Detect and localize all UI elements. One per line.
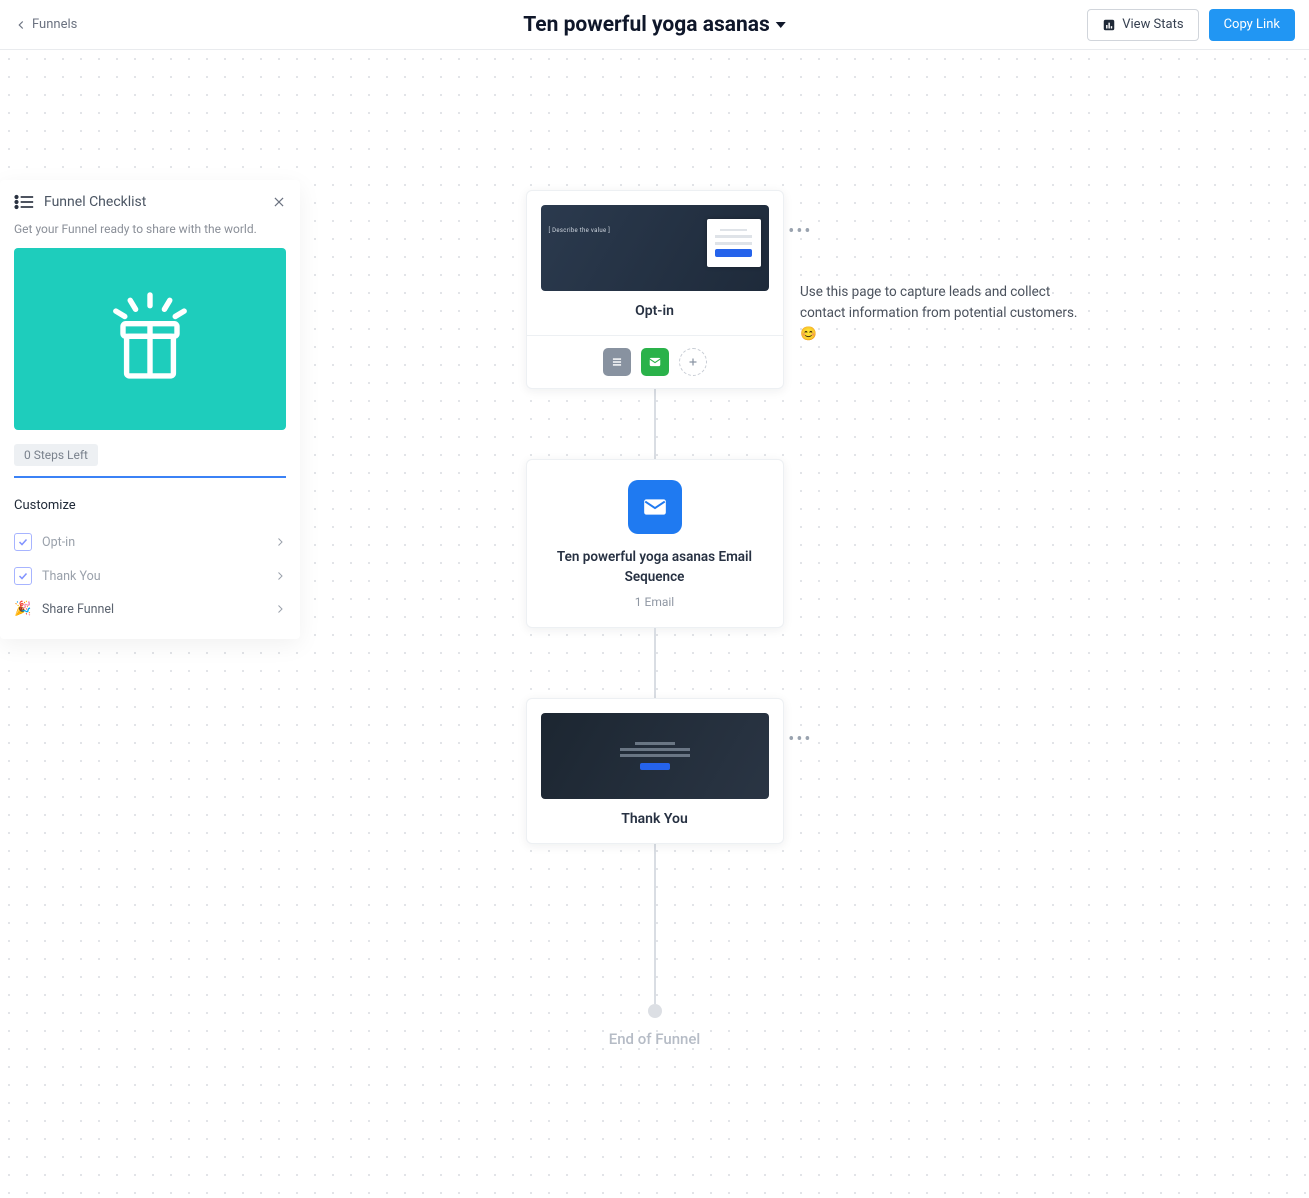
checklist-item-optin[interactable]: Opt-in bbox=[14, 525, 286, 559]
funnel-flow: ••• [ Describe the value ] Opt-in bbox=[525, 190, 785, 1048]
sequence-subtitle: 1 Email bbox=[543, 595, 767, 609]
checklist-title: Funnel Checklist bbox=[44, 194, 262, 210]
header-actions: View Stats Copy Link bbox=[1087, 9, 1295, 41]
checklist-item-label: Opt-in bbox=[42, 535, 264, 550]
checklist-item-thankyou[interactable]: Thank You bbox=[14, 559, 286, 593]
email-sequence-icon-box bbox=[628, 480, 682, 534]
chevron-right-icon bbox=[274, 570, 286, 582]
funnel-canvas[interactable]: Funnel Checklist Get your Funnel ready t… bbox=[0, 50, 1309, 1198]
funnel-step-email-sequence[interactable]: Ten powerful yoga asanas Email Sequence … bbox=[526, 459, 784, 628]
step-description-text: Use this page to capture leads and colle… bbox=[800, 282, 1078, 345]
bar-chart-icon bbox=[1102, 18, 1116, 32]
back-label: Funnels bbox=[32, 17, 77, 32]
checkbox-checked-icon bbox=[14, 533, 32, 551]
list-icon bbox=[14, 194, 34, 210]
checkbox-checked-icon bbox=[14, 567, 32, 585]
page-title: Ten powerful yoga asanas bbox=[523, 13, 770, 37]
step-options-button[interactable]: ••• bbox=[788, 221, 812, 242]
end-of-funnel-label: End of Funnel bbox=[609, 1030, 701, 1048]
thankyou-thumbnail bbox=[541, 713, 769, 799]
thumb-tagline: [ Describe the value ] bbox=[549, 227, 611, 234]
step-title: Opt-in bbox=[527, 299, 783, 335]
view-stats-button[interactable]: View Stats bbox=[1087, 9, 1198, 41]
funnel-step-optin[interactable]: ••• [ Describe the value ] Opt-in bbox=[526, 190, 784, 389]
share-funnel-label: Share Funnel bbox=[42, 602, 264, 617]
steps-left-badge: 0 Steps Left bbox=[14, 444, 98, 466]
funnel-checklist-panel: Funnel Checklist Get your Funnel ready t… bbox=[0, 180, 300, 639]
back-to-funnels[interactable]: Funnels bbox=[14, 17, 77, 32]
flow-connector bbox=[654, 844, 656, 1004]
checklist-illustration bbox=[14, 248, 286, 430]
copy-link-label: Copy Link bbox=[1224, 17, 1280, 32]
step-tags bbox=[527, 335, 783, 388]
envelope-icon bbox=[648, 355, 662, 369]
add-tag-button[interactable] bbox=[679, 348, 707, 376]
chevron-right-icon bbox=[274, 603, 286, 615]
funnel-step-thankyou[interactable]: ••• Thank You bbox=[526, 698, 784, 844]
close-icon bbox=[272, 195, 286, 209]
envelope-icon bbox=[642, 494, 668, 520]
customize-heading: Customize bbox=[14, 498, 286, 513]
sequence-title: Ten powerful yoga asanas Email Sequence bbox=[543, 548, 767, 587]
plus-icon bbox=[687, 356, 699, 368]
gift-icon bbox=[105, 289, 195, 389]
optin-thumbnail: [ Describe the value ] bbox=[541, 205, 769, 291]
close-checklist-button[interactable] bbox=[272, 195, 286, 209]
form-icon bbox=[610, 355, 624, 369]
checklist-item-share[interactable]: 🎉 Share Funnel bbox=[14, 593, 286, 625]
caret-down-icon bbox=[776, 22, 786, 28]
step-options-button[interactable]: ••• bbox=[788, 729, 812, 750]
email-tag-button[interactable] bbox=[641, 348, 669, 376]
view-stats-label: View Stats bbox=[1122, 17, 1183, 32]
chevron-left-icon bbox=[14, 18, 28, 32]
checklist-item-label: Thank You bbox=[42, 569, 264, 584]
chevron-right-icon bbox=[274, 536, 286, 548]
copy-link-button[interactable]: Copy Link bbox=[1209, 9, 1295, 41]
end-of-funnel-dot bbox=[648, 1004, 662, 1018]
checklist-header: Funnel Checklist bbox=[14, 194, 286, 210]
flow-connector bbox=[654, 628, 656, 698]
thumb-form-preview bbox=[707, 219, 761, 267]
flow-connector bbox=[654, 389, 656, 459]
party-popper-icon: 🎉 bbox=[14, 601, 32, 617]
header-bar: Funnels Ten powerful yoga asanas View St… bbox=[0, 0, 1309, 50]
page-title-dropdown[interactable]: Ten powerful yoga asanas bbox=[523, 13, 786, 37]
checklist-subtitle: Get your Funnel ready to share with the … bbox=[14, 222, 286, 236]
form-tag-button[interactable] bbox=[603, 348, 631, 376]
checklist-progress-bar bbox=[14, 476, 286, 478]
step-title: Thank You bbox=[527, 807, 783, 843]
